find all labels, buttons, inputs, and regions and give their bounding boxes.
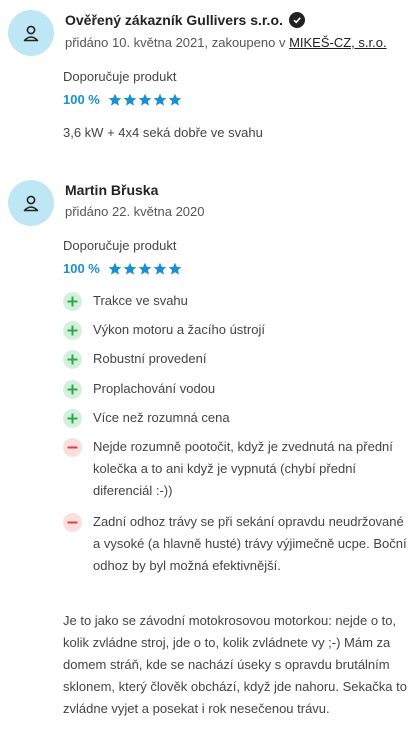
author-name: Martin Břuska <box>65 182 159 198</box>
pro-item: Výkon motoru a žacího ústrojí <box>63 319 408 341</box>
con-text: Zadní odhoz trávy se při sekání opravdu … <box>93 514 407 573</box>
rating-percent: 100 % <box>63 261 100 276</box>
con-item: Nejde rozumně pootočit, když je zvednutá… <box>63 436 408 502</box>
pro-text: Robustní provedení <box>93 351 207 366</box>
star-icon <box>153 262 167 275</box>
verified-check-icon <box>288 12 305 28</box>
con-item: Zadní odhoz trávy se při sekání opravdu … <box>63 511 408 577</box>
pro-item: Více než rozumná cena <box>63 407 408 429</box>
rating-percent: 100 % <box>63 92 100 107</box>
con-text: Nejde rozumně pootočit, když je zvednutá… <box>93 439 393 498</box>
plus-icon <box>63 321 82 340</box>
review-author: Martin Břuska <box>65 182 158 198</box>
recommend-label: Doporučuje produkt <box>63 69 177 84</box>
pro-text: Proplachování vodou <box>93 381 216 396</box>
star-icon <box>138 262 152 275</box>
review-date: přidáno 22. května 2020 <box>65 204 205 219</box>
avatar <box>8 180 54 226</box>
plus-icon <box>63 380 82 399</box>
review-meta: přidáno 10. května 2021, zakoupeno v MIK… <box>65 35 387 50</box>
rating: 100 % <box>63 92 182 107</box>
pro-text: Výkon motoru a žacího ústrojí <box>93 322 265 337</box>
review-date: přidáno 10. května 2021, zakoupeno v <box>65 35 290 50</box>
plus-icon <box>63 409 82 428</box>
pro-item: Trakce ve svahu <box>63 290 408 312</box>
pro-text: Více než rozumná cena <box>93 410 230 425</box>
avatar <box>8 10 54 56</box>
star-rating <box>108 262 182 276</box>
review-author: Ověřený zákazník Gullivers s.r.o. <box>65 12 305 28</box>
pro-text: Trakce ve svahu <box>93 293 188 308</box>
star-icon <box>168 93 182 106</box>
star-icon <box>168 262 182 275</box>
user-icon <box>23 25 39 42</box>
review-text: 3,6 kW + 4x4 seká dobře ve svahu <box>63 125 263 140</box>
star-icon <box>108 262 122 275</box>
plus-icon <box>63 292 82 311</box>
star-icon <box>153 93 167 106</box>
review-text: Je to jako se závodní motokrosovou motor… <box>63 613 407 716</box>
plus-icon <box>63 350 82 369</box>
star-rating <box>108 93 182 107</box>
minus-icon <box>63 513 82 532</box>
shop-link[interactable]: MIKEŠ-CZ, s.r.o. <box>289 35 387 50</box>
minus-icon <box>63 438 82 457</box>
pro-item: Proplachování vodou <box>63 378 408 400</box>
star-icon <box>123 262 137 275</box>
pro-item: Robustní provedení <box>63 348 408 370</box>
author-name: Ověřený zákazník Gullivers s.r.o. <box>65 12 283 28</box>
rating: 100 % <box>63 261 182 276</box>
star-icon <box>108 93 122 106</box>
recommend-label: Doporučuje produkt <box>63 238 177 253</box>
star-icon <box>123 93 137 106</box>
user-icon <box>23 195 39 212</box>
star-icon <box>138 93 152 106</box>
